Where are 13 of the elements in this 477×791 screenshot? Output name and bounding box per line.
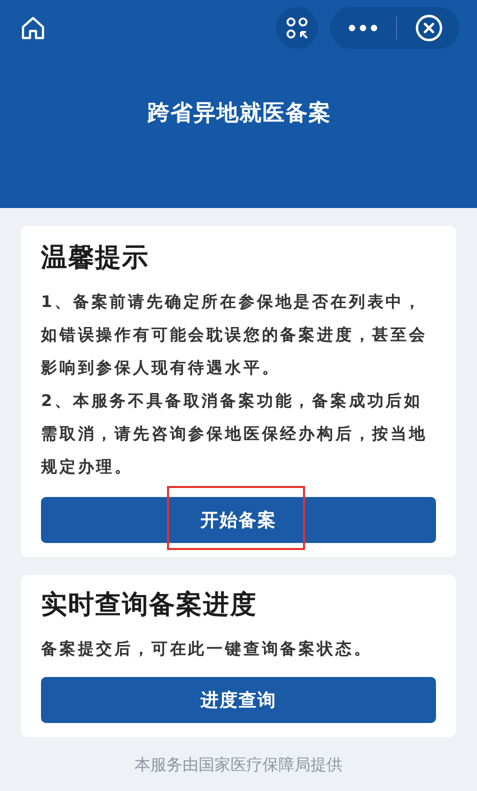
query-button[interactable]: 进度查询 (41, 677, 436, 723)
tip-paragraph: 2、本服务不具备取消备案功能，备案成功后如需取消，请先咨询参保地医保经办构后，按当地规定办理。 (41, 390, 428, 478)
more-icon[interactable] (348, 24, 378, 32)
start-button[interactable]: 开始备案 (41, 497, 436, 543)
close-icon[interactable] (415, 14, 443, 42)
home-icon[interactable] (20, 15, 46, 41)
card-title: 实时查询备案进度 (41, 589, 258, 622)
page-title: 跨省异地就医备案 (146, 100, 332, 128)
card-title: 温馨提示 (41, 242, 150, 275)
scan-icon[interactable] (276, 7, 318, 49)
tip-paragraph: 1、备案前请先确定所在参保地是否在列表中，如错误操作有可能会耽误您的备案进度，甚至会影响到参保人现有待遇水平。 (41, 291, 428, 379)
footer-text: 本服务由国家医疗保障局提供 (134, 755, 344, 776)
query-text: 备案提交后，可在此一键查询备案状态。 (41, 638, 374, 660)
